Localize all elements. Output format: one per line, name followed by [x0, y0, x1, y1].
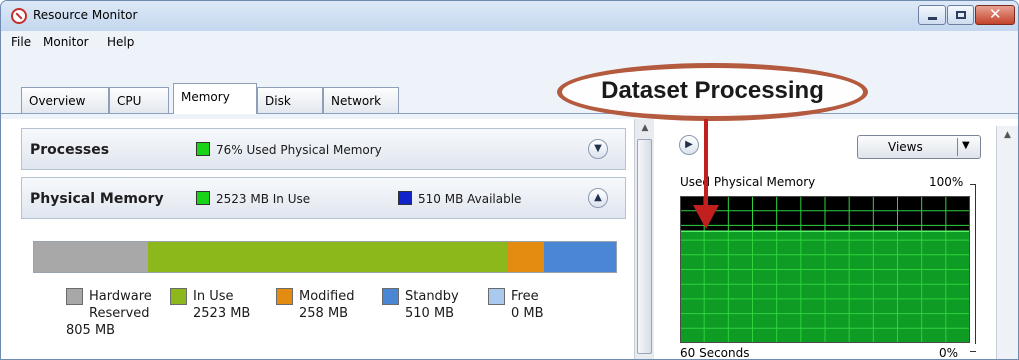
annotation-arrow-icon: [693, 119, 719, 229]
legend-label: Hardware Reserved 805 MB: [66, 288, 152, 339]
legend-text: Modified: [299, 289, 355, 304]
in-use-chip: [196, 191, 210, 205]
minimize-icon: [928, 17, 937, 20]
legend-label: In Use 2523 MB: [193, 288, 250, 322]
memory-bar-segment: [543, 242, 616, 272]
close-icon: ✕: [989, 5, 1002, 23]
legend-swatch: [276, 288, 293, 305]
tab-network[interactable]: Network: [323, 87, 399, 113]
graph-time-label: 60 Seconds: [680, 346, 750, 360]
chevron-up-icon[interactable]: ▲: [588, 188, 608, 208]
legend-label: Free 0 MB: [511, 288, 544, 322]
legend-text: 2523 MB: [193, 306, 251, 321]
tab-memory[interactable]: Memory: [173, 83, 257, 114]
menu-monitor[interactable]: Monitor: [43, 35, 89, 49]
minimize-button[interactable]: [918, 5, 946, 25]
left-pane-scrollbar[interactable]: ▲: [634, 119, 654, 359]
legend-swatch: [488, 288, 505, 305]
memory-usage-bar: [33, 241, 617, 273]
legend-text: Free: [511, 289, 539, 304]
memory-bar-segment: [506, 242, 544, 272]
maximize-icon: [956, 11, 966, 19]
resource-monitor-icon: [11, 8, 27, 24]
legend-text: 805 MB: [66, 323, 116, 338]
tab-strip: Overview CPU Memory Disk Network: [1, 53, 1018, 119]
legend-text: In Use: [193, 289, 234, 304]
physical-memory-title: Physical Memory: [30, 191, 164, 207]
legend-text: Standby: [405, 289, 459, 304]
tab-cpu[interactable]: CPU: [109, 87, 169, 113]
tab-baseline: [1, 113, 1018, 114]
maximize-button[interactable]: [947, 5, 974, 25]
used-memory-chip: [196, 142, 210, 156]
legend-label: Modified 258 MB: [299, 288, 354, 322]
window-title: Resource Monitor: [33, 8, 138, 22]
memory-bar-segment: [34, 242, 149, 272]
processes-section-header[interactable]: Processes 76% Used Physical Memory ▼: [21, 128, 626, 170]
menu-file[interactable]: File: [11, 35, 31, 49]
views-label: Views: [888, 140, 923, 154]
annotation-text: Dataset Processing: [601, 77, 824, 104]
chevron-down-icon[interactable]: ▼: [588, 139, 608, 159]
scroll-thumb[interactable]: [637, 139, 652, 354]
annotation-callout: Dataset Processing: [557, 63, 868, 121]
close-button[interactable]: ✕: [975, 5, 1015, 25]
legend-label: Standby 510 MB: [405, 288, 459, 322]
scroll-up-icon[interactable]: ▲: [638, 123, 652, 135]
legend-text: Reserved: [89, 306, 150, 321]
scroll-up-icon[interactable]: ▲: [1004, 130, 1011, 140]
views-divider: [957, 138, 958, 156]
processes-title: Processes: [30, 142, 110, 158]
graph-tick-bottom: [970, 351, 976, 352]
available-chip: [398, 191, 412, 205]
legend-text: 510 MB: [405, 306, 455, 321]
legend-swatch: [170, 288, 187, 305]
in-use-text: 2523 MB In Use: [216, 192, 311, 206]
graph-max-label: 100%: [929, 175, 964, 189]
graph-scale-line: [975, 184, 976, 344]
used-physical-memory-graph: [680, 196, 970, 343]
legend-swatch: [66, 288, 83, 305]
views-button[interactable]: Views ▼: [857, 135, 981, 159]
tab-overview[interactable]: Overview: [21, 87, 109, 113]
graph-min-label: 0%: [939, 346, 959, 360]
resource-monitor-window: Resource Monitor ✕ File Monitor Help Ove…: [0, 0, 1019, 360]
legend-text: 258 MB: [299, 306, 349, 321]
menu-help[interactable]: Help: [107, 35, 134, 49]
right-pane-scrollbar[interactable]: ▲: [996, 126, 1018, 359]
title-bar[interactable]: Resource Monitor ✕: [1, 1, 1018, 31]
available-text: 510 MB Available: [418, 192, 522, 206]
menu-bar: File Monitor Help: [1, 31, 1018, 53]
legend-swatch: [382, 288, 399, 305]
processes-summary: 76% Used Physical Memory: [216, 143, 382, 157]
physical-memory-section-header[interactable]: Physical Memory 2523 MB In Use 510 MB Av…: [21, 177, 626, 219]
legend-text: 0 MB: [511, 306, 544, 321]
dropdown-arrow-icon[interactable]: ▼: [962, 140, 970, 151]
legend-text: Hardware: [89, 289, 152, 304]
tab-disk[interactable]: Disk: [257, 87, 323, 113]
memory-bar-segment: [148, 242, 507, 272]
